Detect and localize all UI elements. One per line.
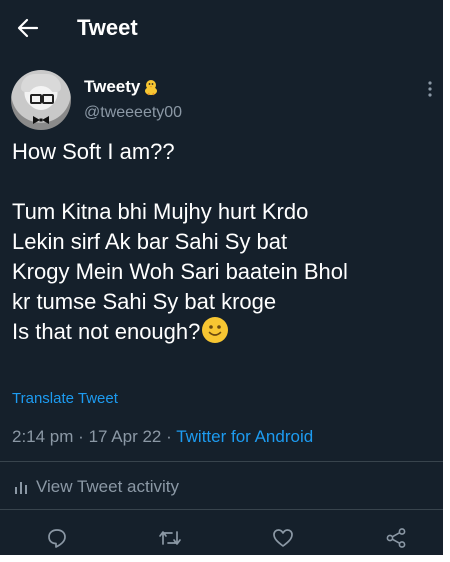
author-handle[interactable]: @tweeeety00 <box>84 103 182 123</box>
bow-tie-shape <box>33 116 49 124</box>
arrow-left-icon <box>17 18 39 38</box>
retweet-button[interactable] <box>158 526 182 550</box>
tweet-source-link[interactable]: Twitter for Android <box>176 427 313 446</box>
more-vertical-icon <box>428 81 432 97</box>
author-name-row[interactable]: Tweety <box>84 77 160 97</box>
meta-separator: · <box>166 427 172 446</box>
tweet-line-last: Is that not enough? <box>12 317 437 347</box>
tweet-meta: 2:14 pm · 17 Apr 22 · Twitter for Androi… <box>12 425 313 449</box>
view-tweet-activity-button[interactable]: View Tweet activity <box>14 475 179 499</box>
activity-label: View Tweet activity <box>36 477 179 496</box>
divider <box>0 461 443 462</box>
avatar[interactable] <box>11 70 71 130</box>
divider <box>0 509 443 510</box>
share-icon <box>386 528 406 548</box>
page-title: Tweet <box>77 15 138 40</box>
tweet-time: 2:14 pm <box>12 427 74 446</box>
tweet-line: Tum Kitna bhi Mujhy hurt Krdo <box>12 199 309 224</box>
slightly-smiling-face-icon <box>202 317 229 343</box>
tweet-line: kr tumse Sahi Sy bat kroge <box>12 289 277 314</box>
back-button[interactable] <box>14 14 42 42</box>
top-bar: Tweet <box>0 0 443 56</box>
reply-button[interactable] <box>45 526 69 550</box>
tweet-line: How Soft I am?? <box>12 139 175 164</box>
more-options-button[interactable] <box>422 80 438 98</box>
baby-chick-icon <box>145 80 158 96</box>
translate-tweet-link[interactable]: Translate Tweet <box>12 389 118 409</box>
tweet-line: Is that not enough? <box>12 319 201 344</box>
meta-separator: · <box>78 427 84 446</box>
bar-chart-icon <box>15 482 27 494</box>
heart-icon <box>273 529 293 547</box>
retweet-icon <box>159 531 181 545</box>
tweet-line: Krogy Mein Woh Sari baatein Bhol <box>12 259 348 284</box>
like-button[interactable] <box>271 526 295 550</box>
tweet-line: Lekin sirf Ak bar Sahi Sy bat <box>12 229 288 254</box>
tweet-date: 17 Apr 22 <box>88 427 162 446</box>
share-button[interactable] <box>384 526 408 550</box>
author-name: Tweety <box>84 77 141 96</box>
tweet-text: How Soft I am?? Tum Kitna bhi Mujhy hurt… <box>12 137 437 347</box>
tweet-screen: Tweet Tweety @tweeeety00 How Soft I am??… <box>0 0 443 555</box>
reply-icon <box>48 529 66 548</box>
tweet-actions-bar <box>0 522 443 552</box>
